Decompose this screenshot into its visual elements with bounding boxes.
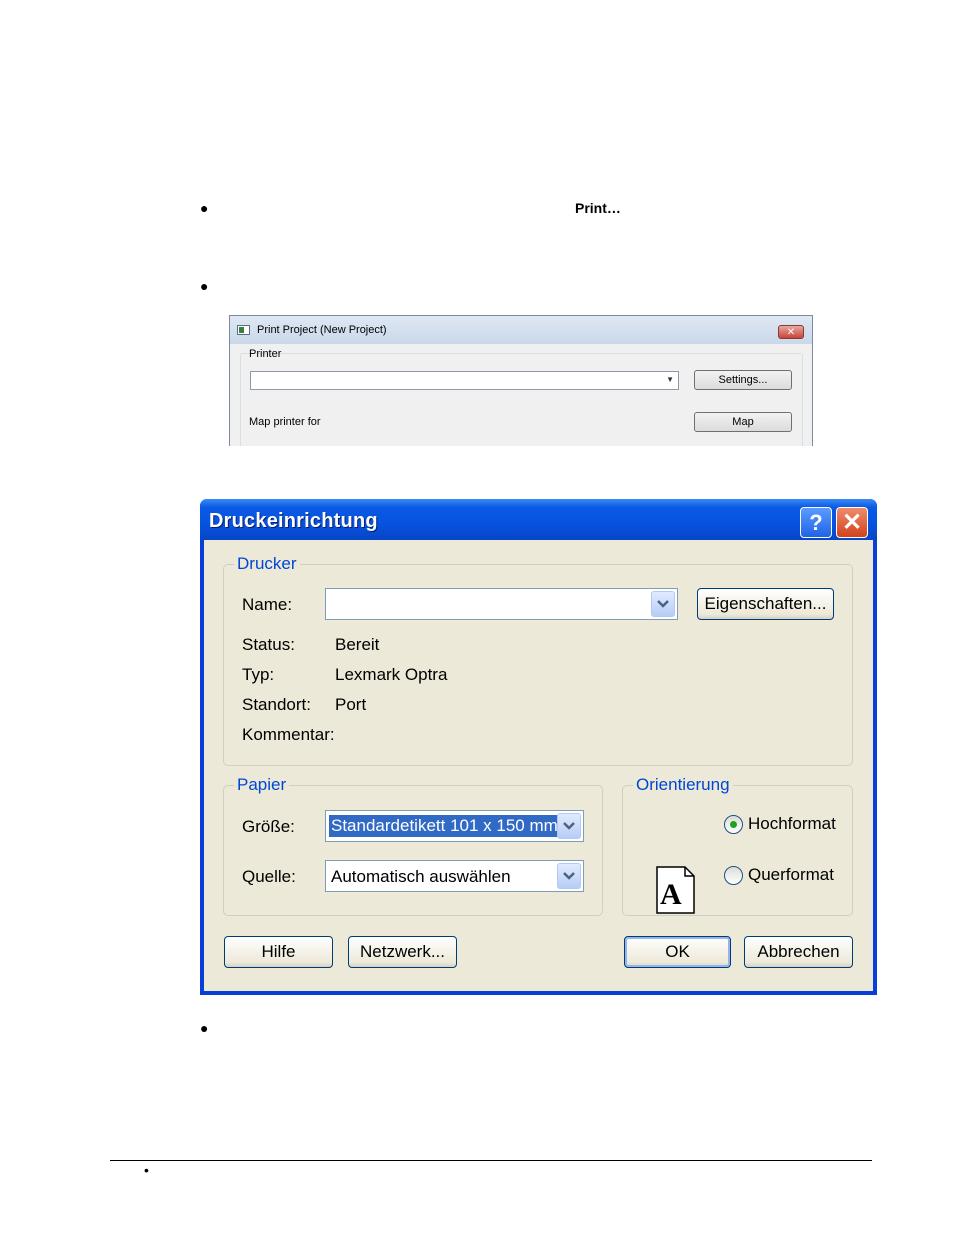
papier-group-title: Papier: [234, 775, 290, 795]
name-label: Name:: [242, 595, 293, 614]
quelle-label: Quelle:: [242, 867, 296, 886]
paper-source-value: Automatisch auswählen: [331, 867, 511, 886]
printer-select[interactable]: ▼: [250, 371, 679, 390]
drucker-group-title: Drucker: [234, 554, 300, 574]
print-project-window: Print Project (New Project) ✕ Printer ▼ …: [229, 315, 813, 446]
page-icon-letter: A: [660, 878, 682, 911]
hilfe-button[interactable]: Hilfe: [224, 936, 333, 968]
bullet-3: ●: [200, 1020, 209, 1036]
chevron-down-icon: ▼: [666, 375, 674, 384]
netzwerk-button[interactable]: Netzwerk...: [348, 936, 457, 968]
standort-value: Port: [335, 695, 367, 714]
print-project-title: Print Project (New Project): [257, 324, 387, 336]
app-window-icon: [237, 325, 250, 335]
querformat-radio[interactable]: [724, 866, 743, 885]
close-icon[interactable]: ✕: [778, 325, 804, 339]
help-icon[interactable]: ?: [800, 507, 832, 538]
close-icon[interactable]: ✕: [836, 507, 868, 538]
hochformat-label[interactable]: Hochformat: [748, 814, 836, 834]
hochformat-radio[interactable]: [724, 815, 743, 834]
kommentar-label: Kommentar:: [242, 725, 335, 744]
bullet-1: ●: [200, 200, 209, 216]
paper-source-select[interactable]: Automatisch auswählen: [325, 860, 584, 892]
printer-group: [240, 353, 803, 446]
typ-value: Lexmark Optra: [335, 665, 448, 684]
abbrechen-button[interactable]: Abbrechen: [744, 936, 853, 968]
printer-group-label: Printer: [249, 348, 282, 360]
footer-divider: [110, 1160, 872, 1161]
chevron-down-icon[interactable]: [651, 591, 675, 617]
print-project-titlebar: Print Project (New Project) ✕: [230, 316, 812, 344]
chevron-down-icon[interactable]: [557, 813, 581, 839]
paper-size-select[interactable]: Standardetikett 101 x 150 mm: [325, 810, 584, 842]
printer-name-select[interactable]: [325, 588, 678, 620]
papier-group: Papier: [223, 775, 603, 916]
status-label: Status:: [242, 635, 295, 654]
portrait-page-icon: A: [656, 866, 695, 914]
status-value: Bereit: [335, 635, 380, 654]
dialog-client-area: Drucker Name: Eigenschaften... Status: B…: [204, 540, 873, 991]
print-command-text: Print…: [575, 200, 621, 216]
paper-size-value: Standardetikett 101 x 150 mm: [329, 815, 560, 837]
querformat-label[interactable]: Querformat: [748, 865, 834, 885]
map-button[interactable]: Map: [694, 412, 792, 432]
chevron-down-icon[interactable]: [557, 863, 581, 889]
orientierung-group-title: Orientierung: [633, 775, 733, 795]
typ-label: Typ:: [242, 665, 275, 684]
druckeinrichtung-titlebar: Druckeinrichtung ? ✕: [200, 499, 877, 540]
ok-button[interactable]: OK: [624, 936, 731, 968]
settings-button[interactable]: Settings...: [694, 370, 792, 390]
druckeinrichtung-window: Druckeinrichtung ? ✕ Drucker Name: Eigen…: [200, 499, 877, 995]
groesse-label: Größe:: [242, 817, 295, 836]
standort-label: Standort:: [242, 695, 311, 714]
dialog-title: Druckeinrichtung: [209, 510, 378, 532]
footer-bullet: •: [144, 1162, 149, 1178]
eigenschaften-button[interactable]: Eigenschaften...: [697, 588, 834, 620]
map-printer-label: Map printer for: [249, 416, 321, 428]
bullet-2: ●: [200, 278, 209, 294]
